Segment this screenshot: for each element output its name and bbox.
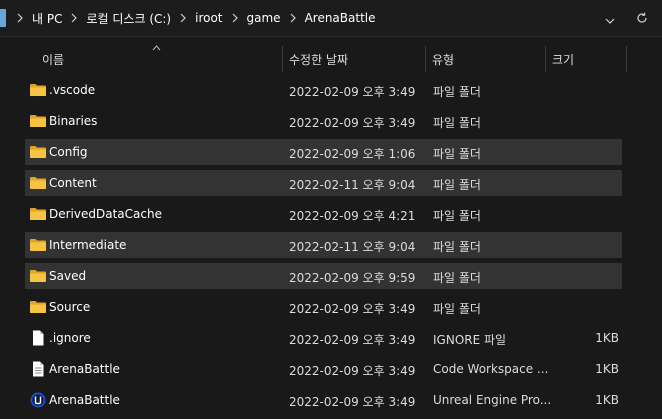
file-row[interactable]: Intermediate 2022-02-11 오후 9:04 파일 폴더 — [25, 232, 622, 258]
file-type: 파일 폴더 — [433, 147, 481, 161]
file-modified-date: 2022-02-09 오후 1:06 — [289, 147, 416, 161]
chevron-right-icon[interactable] — [228, 13, 242, 23]
chevron-right-icon[interactable] — [176, 13, 190, 23]
file-name: Content — [49, 176, 97, 190]
file-modified-date: 2022-02-09 오후 3:49 — [289, 333, 416, 347]
file-name: DerivedDataCache — [49, 207, 162, 221]
column-header-date[interactable]: 수정한 날짜 — [289, 44, 424, 74]
column-header-name[interactable]: 이름 — [42, 44, 280, 74]
file-icon — [29, 329, 47, 347]
file-row[interactable]: Saved 2022-02-09 오후 9:59 파일 폴더 — [25, 263, 622, 289]
breadcrumb-item-this-pc[interactable]: 내 PC — [32, 10, 62, 27]
breadcrumb-item-local-disk[interactable]: 로컬 디스크 (C:) — [86, 10, 171, 27]
file-size: 1KB — [595, 393, 619, 407]
file-name: Source — [49, 300, 91, 314]
file-type: IGNORE 파일 — [433, 333, 507, 347]
column-header-size[interactable]: 크기 — [552, 44, 624, 74]
folder-icon — [29, 298, 47, 316]
file-row[interactable]: Config 2022-02-09 오후 1:06 파일 폴더 — [25, 139, 622, 165]
file-type: 파일 폴더 — [433, 271, 481, 285]
file-row[interactable]: .ignore 2022-02-09 오후 3:49 IGNORE 파일 1KB — [25, 325, 622, 351]
text-file-icon — [29, 360, 47, 378]
address-bar: 내 PC 로컬 디스크 (C:) iroot game ArenaBattle — [0, 0, 662, 37]
file-type: 파일 폴더 — [433, 178, 481, 192]
file-name: ArenaBattle — [49, 362, 120, 376]
file-modified-date: 2022-02-09 오후 3:49 — [289, 116, 416, 130]
file-modified-date: 2022-02-09 오후 3:49 — [289, 302, 416, 316]
file-modified-date: 2022-02-09 오후 3:49 — [289, 395, 416, 409]
pc-icon — [0, 9, 6, 27]
chevron-right-icon[interactable] — [13, 13, 27, 23]
column-divider[interactable] — [425, 46, 426, 72]
file-row[interactable]: Source 2022-02-09 오후 3:49 파일 폴더 — [25, 294, 622, 320]
file-size: 1KB — [595, 362, 619, 376]
file-modified-date: 2022-02-11 오후 9:04 — [289, 178, 416, 192]
chevron-right-icon[interactable] — [286, 13, 300, 23]
file-row[interactable]: ArenaBattle 2022-02-09 오후 3:49 Unreal Engi… — [25, 387, 622, 413]
column-header-type-label: 유형 — [432, 52, 455, 67]
file-name: ArenaBattle — [49, 393, 120, 407]
file-type: 파일 폴더 — [433, 209, 481, 223]
folder-icon — [29, 143, 47, 161]
file-type: 파일 폴더 — [433, 85, 481, 99]
refresh-button[interactable] — [631, 8, 653, 28]
column-divider[interactable] — [626, 46, 627, 72]
file-row[interactable]: ArenaBattle 2022-02-09 오후 3:49 Code Worksp… — [25, 356, 622, 382]
chevron-right-icon[interactable] — [67, 13, 81, 23]
breadcrumb-item-iroot[interactable]: iroot — [195, 11, 222, 25]
unreal-engine-icon — [29, 391, 47, 409]
refresh-icon — [636, 9, 648, 28]
column-header-date-label: 수정한 날짜 — [289, 52, 349, 67]
file-name: .ignore — [49, 331, 91, 345]
file-type: 파일 폴더 — [433, 116, 481, 130]
folder-icon — [29, 205, 47, 223]
column-divider[interactable] — [545, 46, 546, 72]
file-name: Intermediate — [49, 238, 127, 252]
file-type: 파일 폴더 — [433, 302, 481, 316]
column-header-type[interactable]: 유형 — [432, 44, 544, 74]
file-modified-date: 2022-02-09 오후 9:59 — [289, 271, 416, 285]
column-header-size-label: 크기 — [552, 52, 575, 67]
folder-icon — [29, 267, 47, 285]
breadcrumb-item-arenabattle[interactable]: ArenaBattle — [305, 11, 376, 25]
file-type: Unreal Engine Pro... — [433, 393, 552, 407]
file-modified-date: 2022-02-11 오후 9:04 — [289, 240, 416, 254]
folder-icon — [29, 174, 47, 192]
folder-icon — [29, 236, 47, 254]
file-name: Binaries — [49, 114, 98, 128]
file-row[interactable]: Content 2022-02-11 오후 9:04 파일 폴더 — [25, 170, 622, 196]
file-type: Code Workspace ... — [433, 362, 549, 376]
file-row[interactable]: DerivedDataCache 2022-02-09 오후 4:21 파일 폴더 — [25, 201, 622, 227]
file-name: .vscode — [49, 83, 96, 97]
history-dropdown-button[interactable] — [599, 8, 621, 28]
folder-icon — [29, 112, 47, 130]
column-header-name-label: 이름 — [42, 52, 65, 67]
file-modified-date: 2022-02-09 오후 3:49 — [289, 364, 416, 378]
column-header-row: 이름 수정한 날짜 유형 크기 — [0, 44, 662, 74]
column-divider[interactable] — [282, 46, 283, 72]
chevron-down-icon — [605, 9, 615, 28]
file-row[interactable]: .vscode 2022-02-09 오후 3:49 파일 폴더 — [25, 77, 622, 103]
file-size: 1KB — [595, 331, 619, 345]
file-row[interactable]: Binaries 2022-02-09 오후 3:49 파일 폴더 — [25, 108, 622, 134]
file-name: Saved — [49, 269, 87, 283]
breadcrumb-item-game[interactable]: game — [247, 11, 281, 25]
file-modified-date: 2022-02-09 오후 3:49 — [289, 85, 416, 99]
file-name: Config — [49, 145, 88, 159]
folder-icon — [29, 81, 47, 99]
file-modified-date: 2022-02-09 오후 4:21 — [289, 209, 416, 223]
breadcrumb: 내 PC 로컬 디스크 (C:) iroot game ArenaBattle — [0, 0, 376, 36]
file-type: 파일 폴더 — [433, 240, 481, 254]
